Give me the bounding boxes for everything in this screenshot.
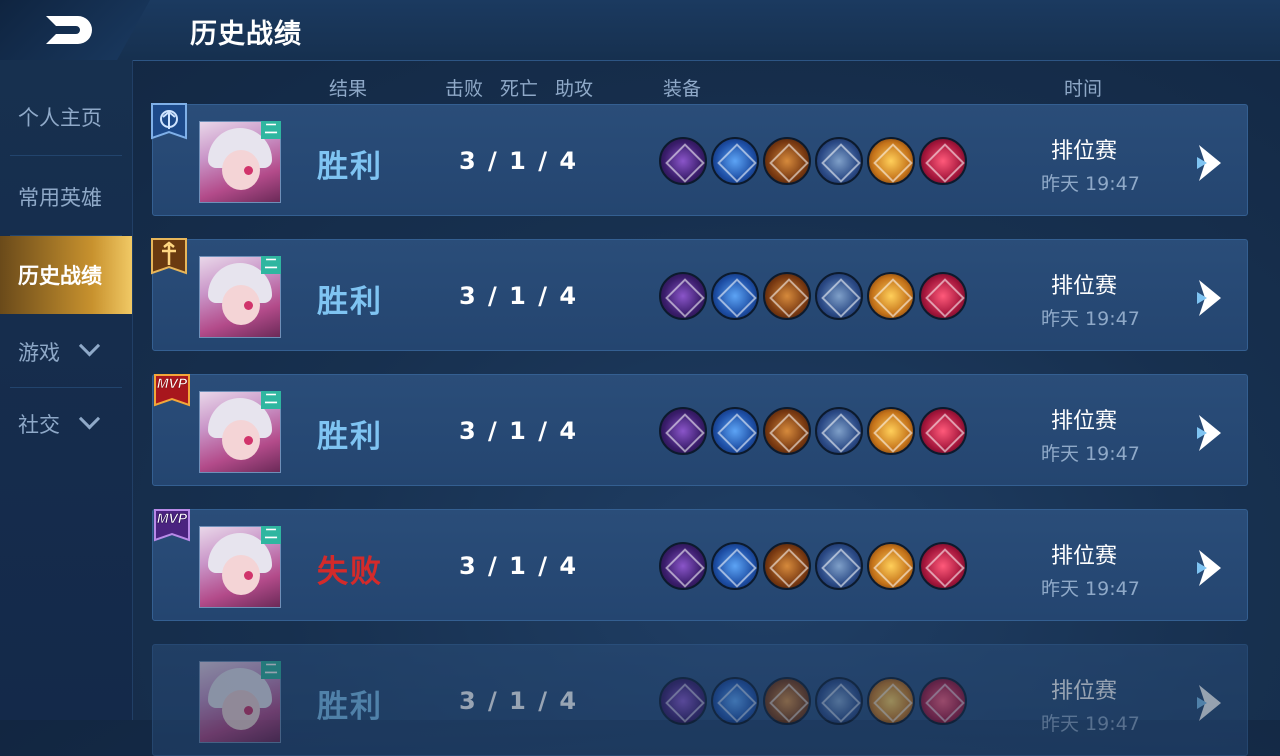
game-mode: 排位赛 <box>1051 274 1118 299</box>
game-mode: 排位赛 <box>1051 139 1118 164</box>
sidebar-item-game[interactable]: 游戏 <box>10 316 122 388</box>
axe-item-icon <box>659 677 707 725</box>
rank-badge-icon <box>151 238 187 275</box>
blue-blade-item-icon <box>711 677 759 725</box>
sidebar-item-label: 游戏 <box>18 340 60 365</box>
axe-item-icon <box>659 542 707 590</box>
crimson-bow-item-icon <box>919 272 967 320</box>
chevron-right-icon[interactable] <box>1193 411 1227 455</box>
match-result: 胜利 <box>317 149 383 185</box>
match-result: 胜利 <box>317 284 383 320</box>
sidebar-item-history[interactable]: 历史战绩 <box>0 236 132 314</box>
fire-sword-item-icon <box>763 137 811 185</box>
column-header-result: 结果 <box>329 78 368 100</box>
cross-shield-item-icon <box>815 542 863 590</box>
equipment-list <box>659 542 967 590</box>
fire-sword-item-icon <box>763 677 811 725</box>
match-result: 失败 <box>317 554 383 590</box>
sidebar-item-profile[interactable]: 个人主页 <box>10 78 122 156</box>
chevron-down-icon <box>78 335 101 357</box>
axe-item-icon <box>659 407 707 455</box>
hero-tag-badge: 二 <box>261 526 281 544</box>
game-mode: 排位赛 <box>1051 409 1118 434</box>
sidebar-item-label: 社交 <box>18 413 60 437</box>
cross-shield-item-icon <box>815 677 863 725</box>
kda-score: 3 / 1 / 4 <box>459 147 579 175</box>
fire-sword-item-icon <box>763 542 811 590</box>
chevron-down-icon <box>78 407 101 429</box>
equipment-list <box>659 272 967 320</box>
match-result: 胜利 <box>317 419 383 455</box>
mvp-label: MVP <box>157 375 188 391</box>
golden-wing-item-icon <box>867 407 915 455</box>
sidebar-item-label: 个人主页 <box>18 105 102 130</box>
match-time: 昨天 19:47 <box>1041 713 1140 735</box>
golden-wing-item-icon <box>867 677 915 725</box>
sidebar-item-heroes[interactable]: 常用英雄 <box>10 158 122 236</box>
hero-tag-badge: 二 <box>261 661 281 679</box>
match-row[interactable]: 二 胜利 3 / 1 / 4 排位赛 昨天 19:47 <box>151 103 1248 216</box>
chevron-right-icon[interactable] <box>1193 141 1227 185</box>
mvp-badge-icon: MVP <box>154 374 190 407</box>
match-time: 昨天 19:47 <box>1041 443 1140 465</box>
match-time: 昨天 19:47 <box>1041 173 1140 195</box>
match-result: 胜利 <box>317 689 383 725</box>
sidebar-item-social[interactable]: 社交 <box>0 388 132 460</box>
game-mode: 排位赛 <box>1051 679 1118 704</box>
sidebar-item-label: 历史战绩 <box>18 264 102 288</box>
match-time: 昨天 19:47 <box>1041 578 1140 600</box>
sidebar-item-label: 常用英雄 <box>18 185 102 210</box>
match-row[interactable]: 二 胜利 3 / 1 / 4 排位赛 昨天 19:47 <box>152 644 1248 756</box>
blue-blade-item-icon <box>711 542 759 590</box>
crimson-bow-item-icon <box>919 677 967 725</box>
cross-shield-item-icon <box>815 272 863 320</box>
column-header-assists: 助攻 <box>555 78 594 100</box>
kda-score: 3 / 1 / 4 <box>459 552 579 580</box>
cross-shield-item-icon <box>815 137 863 185</box>
crimson-bow-item-icon <box>919 137 967 185</box>
kda-score: 3 / 1 / 4 <box>459 417 579 445</box>
top-bar: 历史战绩 <box>0 0 1280 61</box>
game-mode: 排位赛 <box>1051 544 1118 569</box>
equipment-list <box>659 407 967 455</box>
chevron-right-icon[interactable] <box>1193 546 1227 590</box>
match-row[interactable]: MVP 二 失败 3 / 1 / 4 排位赛 昨天 19:47 <box>152 509 1248 621</box>
axe-item-icon <box>659 137 707 185</box>
golden-wing-item-icon <box>867 542 915 590</box>
chevron-right-icon[interactable] <box>1193 681 1227 725</box>
blue-blade-item-icon <box>711 137 759 185</box>
blue-blade-item-icon <box>711 272 759 320</box>
match-row[interactable]: 二 胜利 3 / 1 / 4 排位赛 昨天 19:47 <box>151 238 1248 351</box>
equipment-list <box>659 677 967 725</box>
match-time: 昨天 19:47 <box>1041 308 1140 330</box>
back-arrow-icon <box>46 16 92 44</box>
mvp-badge-icon: MVP <box>154 509 190 542</box>
hero-tag-badge: 二 <box>261 391 281 409</box>
column-header-kills: 击败 <box>445 78 484 100</box>
rank-badge-icon <box>151 103 187 140</box>
chevron-right-icon[interactable] <box>1193 276 1227 320</box>
mvp-label: MVP <box>157 510 188 526</box>
kda-score: 3 / 1 / 4 <box>459 687 579 715</box>
crimson-bow-item-icon <box>919 542 967 590</box>
back-button[interactable] <box>0 0 150 60</box>
column-header-equipment: 装备 <box>663 78 702 100</box>
axe-item-icon <box>659 272 707 320</box>
hero-tag-badge: 二 <box>261 121 281 139</box>
golden-wing-item-icon <box>867 272 915 320</box>
equipment-list <box>659 137 967 185</box>
blue-blade-item-icon <box>711 407 759 455</box>
sidebar: 个人主页 常用英雄 历史战绩 游戏 社交 <box>0 60 133 720</box>
match-row[interactable]: MVP 二 胜利 3 / 1 / 4 排位赛 昨天 19:47 <box>152 374 1248 486</box>
golden-wing-item-icon <box>867 137 915 185</box>
fire-sword-item-icon <box>763 407 811 455</box>
kda-score: 3 / 1 / 4 <box>459 282 579 310</box>
column-header-time: 时间 <box>1064 78 1103 100</box>
page-title: 历史战绩 <box>190 19 302 50</box>
hero-tag-badge: 二 <box>261 256 281 274</box>
crimson-bow-item-icon <box>919 407 967 455</box>
cross-shield-item-icon <box>815 407 863 455</box>
column-header-deaths: 死亡 <box>500 78 539 100</box>
fire-sword-item-icon <box>763 272 811 320</box>
